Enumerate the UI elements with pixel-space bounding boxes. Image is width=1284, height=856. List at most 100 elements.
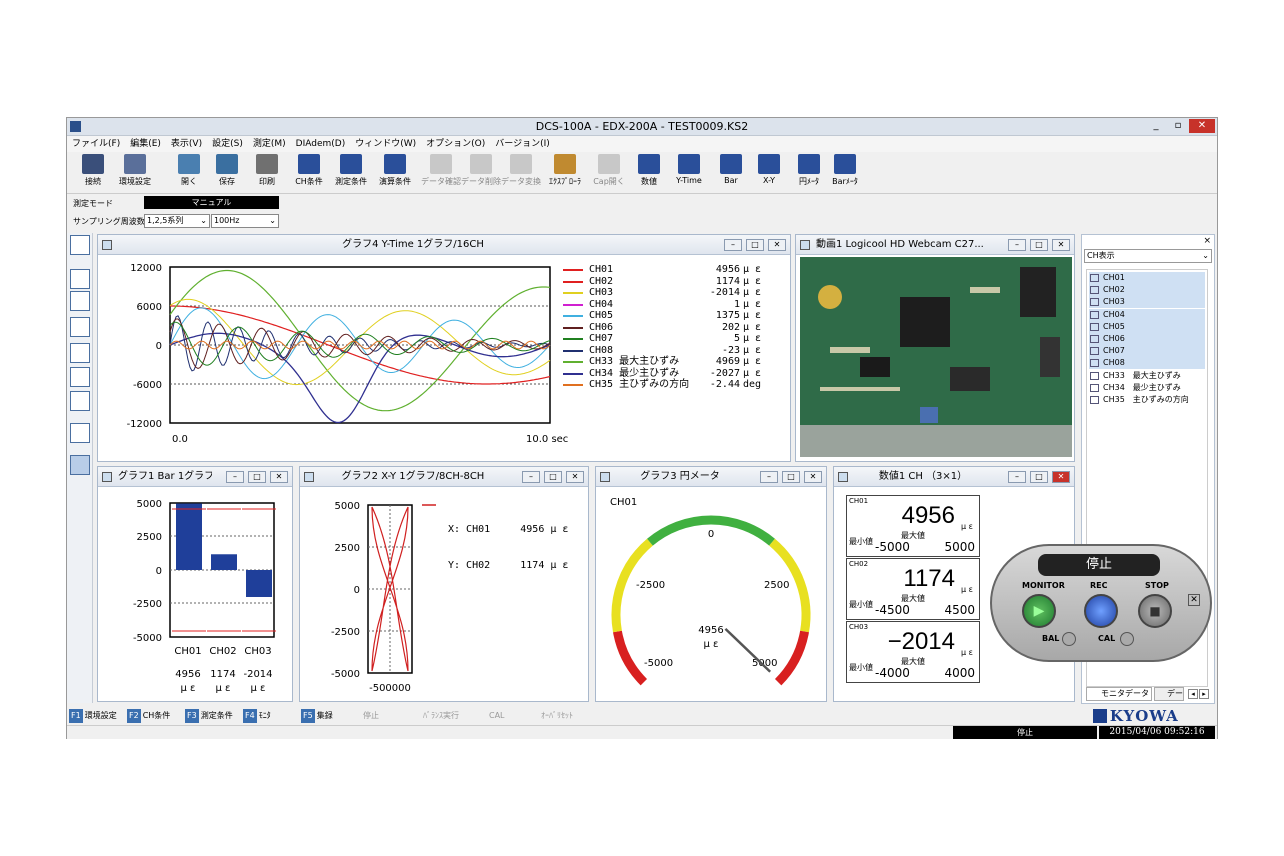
menu-item[interactable]: 表示(V)	[166, 136, 207, 152]
legend-value: -23	[721, 344, 740, 356]
minimize-button[interactable]: _	[1147, 119, 1165, 133]
unit-label: μ ε	[181, 683, 196, 694]
rec-button[interactable]	[1084, 594, 1118, 628]
panel-maximize-button[interactable]: □	[544, 471, 562, 483]
cap-open-button[interactable]: Cap開く	[587, 154, 631, 192]
xy-button[interactable]: X-Y	[747, 154, 791, 192]
data-delete-button[interactable]: データ削除	[459, 154, 503, 192]
ch-display-select[interactable]: CH表示 ⌄	[1084, 249, 1212, 263]
ch-list-item[interactable]: CH35 主ひずみの方向	[1089, 394, 1205, 406]
ch-list-item[interactable]: CH08	[1089, 357, 1205, 370]
mode-button[interactable]: 測定条件	[329, 154, 373, 192]
layout-option-button[interactable]	[70, 291, 90, 311]
scroll-left-button[interactable]: ◂	[1188, 689, 1198, 699]
panel-minimize-button[interactable]: –	[226, 471, 244, 483]
panel-maximize-button[interactable]: □	[1030, 471, 1048, 483]
menu-item[interactable]: 設定(S)	[207, 136, 248, 152]
function-key-button[interactable]: F3 測定条件	[185, 709, 233, 723]
panel-minimize-button[interactable]: –	[1008, 239, 1026, 251]
function-key-button[interactable]: F1 環境設定	[69, 709, 117, 723]
tab-monitor-data[interactable]: モニタデータ	[1086, 687, 1152, 701]
bal-button[interactable]	[1062, 632, 1076, 646]
ch-list-item[interactable]: CH04	[1089, 308, 1205, 321]
maximize-button[interactable]: ▫	[1169, 119, 1187, 133]
data-check-button[interactable]: データ確認	[419, 154, 463, 192]
ch-list-item[interactable]: CH05	[1089, 320, 1205, 333]
function-key-button[interactable]: F5 集録	[301, 709, 333, 723]
stop-button[interactable]: ■	[1138, 594, 1172, 628]
menu-item[interactable]: 測定(M)	[248, 136, 291, 152]
layout-option-button[interactable]	[70, 317, 90, 337]
panel-minimize-button[interactable]: –	[760, 471, 778, 483]
layout-option-button[interactable]	[70, 391, 90, 411]
function-key-button[interactable]: 停止	[357, 709, 379, 723]
layout-option-button[interactable]	[70, 269, 90, 289]
cal-button[interactable]	[1120, 632, 1134, 646]
menu-item[interactable]: ファイル(F)	[67, 136, 125, 152]
panel-minimize-button[interactable]: –	[1008, 471, 1026, 483]
panel-close-button[interactable]: ✕	[1052, 471, 1070, 483]
series-select[interactable]: 1,2,5系列 ⌄	[144, 214, 210, 228]
ch-list-item[interactable]: CH01	[1089, 272, 1205, 284]
menu-item[interactable]: 編集(E)	[125, 136, 166, 152]
menu-item[interactable]: オプション(O)	[421, 136, 490, 152]
legend-value: 1	[733, 298, 740, 310]
panel-maximize-button[interactable]: □	[782, 471, 800, 483]
function-key-button[interactable]: F4 ﾓﾆﾀ	[243, 709, 271, 723]
panel-maximize-button[interactable]: □	[746, 239, 764, 251]
numeric-ch: CH02	[849, 560, 869, 568]
layout-option-button[interactable]	[70, 235, 90, 255]
connect-button[interactable]: 接続	[71, 154, 115, 192]
layout-option-button[interactable]	[70, 367, 90, 387]
bar-meter-button[interactable]: Barﾒｰﾀ	[823, 154, 867, 192]
ch-list-item[interactable]: CH07	[1089, 345, 1205, 358]
numeric-button[interactable]: 数値	[627, 154, 671, 192]
function-key-button[interactable]: ﾊﾞﾗﾝｽ実行	[417, 709, 459, 723]
close-icon[interactable]: ×	[1203, 236, 1211, 246]
tab-data[interactable]: デー	[1154, 687, 1184, 701]
ch-button[interactable]: CH条件	[287, 154, 331, 192]
panel-maximize-button[interactable]: □	[1030, 239, 1048, 251]
function-key-button[interactable]: CAL	[483, 709, 505, 723]
panel-minimize-button[interactable]: –	[724, 239, 742, 251]
panel-maximize-button[interactable]: □	[248, 471, 266, 483]
x-tick: -500000	[369, 683, 411, 694]
menu-item[interactable]: バージョン(I)	[490, 136, 555, 152]
panel-close-button[interactable]: ✕	[566, 471, 584, 483]
ch-list-item[interactable]: CH03	[1089, 296, 1205, 309]
environment-button[interactable]: 環境設定	[113, 154, 157, 192]
panel-close-button[interactable]: ✕	[804, 471, 822, 483]
explorer-button[interactable]: ｴｸｽﾌﾟﾛｰﾗ	[543, 154, 587, 192]
panel-close-button[interactable]: ✕	[1052, 239, 1070, 251]
bar-value-label: 4956	[175, 669, 200, 680]
monitor-button[interactable]: ▶	[1022, 594, 1056, 628]
data-convert-button[interactable]: データ変換	[499, 154, 543, 192]
print-button[interactable]: 印刷	[245, 154, 289, 192]
toolbar-label: Cap開く	[593, 177, 625, 186]
y-time-button[interactable]: Y-Time	[667, 154, 711, 192]
panel-close-button[interactable]: ✕	[270, 471, 288, 483]
scroll-right-button[interactable]: ▸	[1199, 689, 1209, 699]
ch-list-label: CH02	[1103, 285, 1125, 295]
ch-list-item[interactable]: CH34 最少主ひずみ	[1089, 382, 1205, 394]
close-button[interactable]: ✕	[1189, 119, 1215, 133]
freq-select[interactable]: 100Hz ⌄	[211, 214, 279, 228]
legend-unit: μ ε	[743, 264, 762, 275]
layout-option-button[interactable]	[70, 343, 90, 363]
menu-item[interactable]: DIAdem(D)	[291, 136, 351, 152]
ch-list-item[interactable]: CH06	[1089, 333, 1205, 345]
layout-option-button[interactable]	[70, 455, 90, 475]
recorder-close-icon[interactable]: ✕	[1188, 594, 1200, 606]
panel-minimize-button[interactable]: –	[522, 471, 540, 483]
calc-button[interactable]: 演算条件	[373, 154, 417, 192]
meter-ch-label: CH01	[610, 497, 637, 508]
save-button[interactable]: 保存	[205, 154, 249, 192]
freq-value: 100Hz	[214, 216, 240, 225]
ch-list-item[interactable]: CH33 最大主ひずみ	[1089, 370, 1205, 382]
layout-option-button[interactable]	[70, 423, 90, 443]
function-key-button[interactable]: ｵｰﾊﾞﾘｾｯﾄ	[535, 709, 573, 723]
menu-item[interactable]: ウィンドウ(W)	[350, 136, 421, 152]
panel-close-button[interactable]: ✕	[768, 239, 786, 251]
function-key-button[interactable]: F2 CH条件	[127, 709, 170, 723]
ch-list-item[interactable]: CH02	[1089, 284, 1205, 297]
